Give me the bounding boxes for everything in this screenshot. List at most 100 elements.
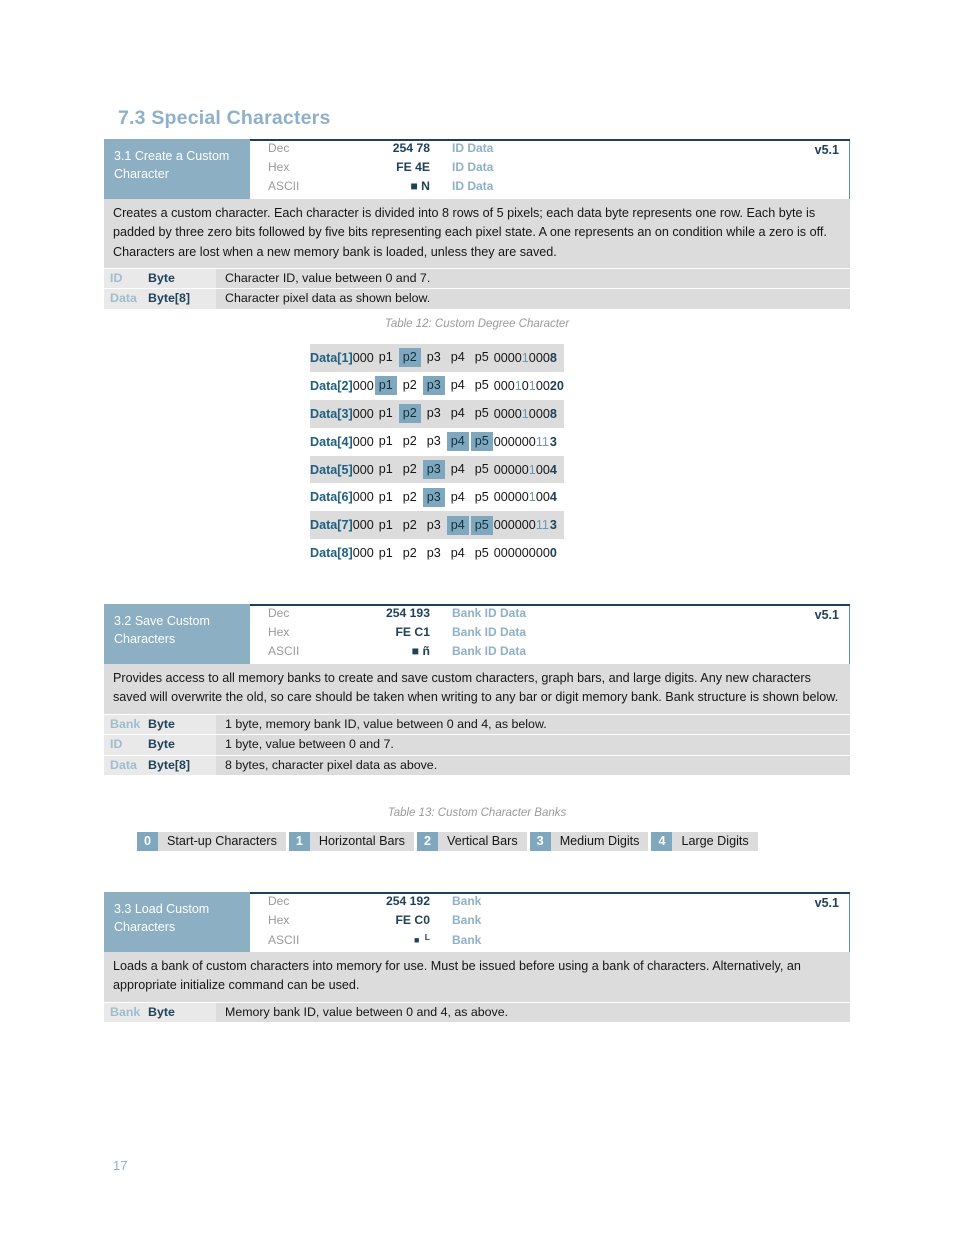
table-row: Data[5] 000 p1 p2 p3 p4 p5 00000100 4 bbox=[310, 455, 564, 484]
pixel-cell: p4 bbox=[446, 428, 470, 456]
command-name: 3.3 Load Custom Characters bbox=[104, 891, 250, 952]
binary-value: 00000100 bbox=[493, 490, 550, 505]
bank-id-badge: 3 bbox=[529, 832, 551, 851]
version-badge: v5.1 bbox=[814, 143, 839, 157]
decimal-value: 3 bbox=[549, 434, 557, 449]
parameter-row: Bank Byte Memory bank ID, value between … bbox=[104, 1001, 850, 1023]
command-header: 3.3 Load Custom Characters v5.1 Dec 254 … bbox=[104, 891, 850, 952]
pixel-cell: p3 bbox=[422, 511, 446, 539]
command-block-3-2: 3.2 Save Custom Characters v5.1 Dec 254 … bbox=[104, 603, 850, 776]
decimal-value: 8 bbox=[549, 406, 557, 421]
table-row: Data[6] 000 p1 p2 p3 p4 p5 00000100 4 bbox=[310, 483, 564, 511]
pixel-cell: p5 bbox=[470, 344, 494, 372]
pixel-off: p2 bbox=[402, 378, 417, 393]
code-params: Bank bbox=[452, 913, 482, 928]
pixel-on: p3 bbox=[422, 487, 445, 507]
command-block-3-1: 3.1 Create a Custom Character v5.1 Dec 2… bbox=[104, 138, 850, 309]
pixel-cell: p5 bbox=[470, 539, 494, 567]
pixel-cell: p5 bbox=[470, 456, 494, 484]
data-byte-label: Data[6] bbox=[310, 490, 353, 505]
code-label: Dec bbox=[268, 894, 290, 908]
table-row: Data[3] 000 p1 p2 p3 p4 p5 00001000 8 bbox=[310, 399, 564, 428]
pixel-off: p1 bbox=[378, 350, 393, 365]
bank-label: Large Digits bbox=[672, 832, 758, 851]
pixel-off: p2 bbox=[402, 545, 417, 560]
pixel-cell: p3 bbox=[422, 344, 446, 372]
parameter-row: Data Byte[8] 8 bytes, character pixel da… bbox=[104, 754, 850, 776]
code-value: FE 4E bbox=[396, 160, 430, 175]
pixel-off: p2 bbox=[402, 434, 417, 449]
parameter-type: Byte bbox=[148, 735, 216, 755]
ascii-l-glyph: L bbox=[422, 932, 430, 943]
custom-character-banks-legend: 0 Start-up Characters 1 Horizontal Bars 2 Ver… bbox=[137, 832, 761, 851]
pixel-off: p1 bbox=[378, 406, 393, 421]
parameter-name: Data bbox=[104, 289, 148, 309]
pixel-off: p2 bbox=[402, 489, 417, 504]
parameter-description: Character pixel data as shown below. bbox=[225, 291, 431, 306]
command-codes: v5.1 Dec 254 193 Bank ID Data Hex FE C1 … bbox=[250, 606, 850, 664]
pixel-cell: p2 bbox=[398, 539, 422, 567]
code-label: ASCII bbox=[268, 644, 300, 659]
version-badge: v5.1 bbox=[814, 896, 839, 910]
bank-id-badge: 4 bbox=[651, 832, 673, 851]
pad-bits: 000 bbox=[352, 350, 374, 365]
pixel-off: p5 bbox=[474, 350, 489, 365]
binary-value: 00000000 bbox=[493, 546, 550, 561]
decimal-value: 3 bbox=[549, 518, 557, 533]
parameter-type: Byte bbox=[148, 1002, 216, 1023]
pixel-cell: p3 bbox=[422, 456, 446, 484]
pixel-cell: p3 bbox=[422, 539, 446, 567]
binary-value: 00000100 bbox=[493, 462, 550, 477]
code-row-dec: Dec 254 192 Bank bbox=[250, 894, 849, 913]
binary-value: 00000011 bbox=[493, 518, 549, 533]
pixel-off: p3 bbox=[426, 545, 441, 560]
parameter-type: Byte bbox=[148, 268, 216, 289]
command-description: Provides access to all memory banks to c… bbox=[104, 664, 850, 714]
pad-bits: 000 bbox=[352, 518, 374, 533]
pixel-off: p5 bbox=[474, 406, 489, 421]
binary-value: 00001000 bbox=[493, 406, 550, 421]
pixel-off: p1 bbox=[378, 434, 393, 449]
pixel-on: p2 bbox=[398, 348, 421, 368]
pixel-off: p3 bbox=[426, 434, 441, 449]
pixel-cell: p3 bbox=[422, 428, 446, 456]
decimal-value: 4 bbox=[549, 462, 557, 477]
decimal-value: 20 bbox=[549, 378, 564, 393]
parameter-name: Bank bbox=[104, 1002, 148, 1023]
code-row-ascii: ASCII ■ ñ Bank ID Data bbox=[250, 644, 849, 663]
parameter-row: Bank Byte 1 byte, memory bank ID, value … bbox=[104, 713, 850, 735]
data-byte-label: Data[1] bbox=[310, 350, 353, 365]
pixel-cell: p5 bbox=[470, 428, 494, 456]
code-params: ID Data bbox=[452, 141, 494, 155]
pixel-off: p3 bbox=[426, 350, 441, 365]
code-params: ID Data bbox=[452, 160, 494, 175]
pixel-off: p3 bbox=[426, 406, 441, 421]
table-row: Data[7] 000 p1 p2 p3 p4 p5 00000011 3 bbox=[310, 511, 564, 540]
parameter-row: ID Byte Character ID, value between 0 an… bbox=[104, 267, 850, 289]
command-name-line1: 3.1 Create a Custom bbox=[114, 148, 230, 163]
code-label: ASCII bbox=[268, 179, 300, 194]
pixel-cell: p2 bbox=[398, 456, 422, 484]
code-value: 254 78 bbox=[392, 141, 430, 155]
command-description: Creates a custom character. Each charact… bbox=[104, 199, 850, 268]
command-name: 3.1 Create a Custom Character bbox=[104, 138, 250, 199]
command-header: 3.2 Save Custom Characters v5.1 Dec 254 … bbox=[104, 603, 850, 664]
command-description: Loads a bank of custom characters into m… bbox=[104, 952, 850, 1002]
pad-bits: 000 bbox=[352, 406, 374, 421]
code-value: 254 192 bbox=[385, 894, 430, 908]
parameter-type: Byte bbox=[148, 714, 216, 735]
pixel-cell: p1 bbox=[374, 428, 398, 456]
pixel-cell: p2 bbox=[398, 400, 422, 428]
bank-label: Start-up Characters bbox=[158, 832, 286, 851]
pixel-cell: p1 bbox=[374, 344, 398, 372]
decimal-value: 4 bbox=[549, 490, 557, 505]
pixel-cell: p1 bbox=[374, 539, 398, 567]
parameter-description: 1 byte, memory bank ID, value between 0 … bbox=[225, 716, 547, 731]
code-value: FE C1 bbox=[395, 625, 430, 640]
pixel-cell: p3 bbox=[422, 400, 446, 428]
command-name-line1: 3.3 Load Custom bbox=[114, 901, 210, 916]
parameter-type: Byte[8] bbox=[148, 755, 216, 776]
pixel-cell: p4 bbox=[446, 511, 470, 539]
code-row-hex: Hex FE C1 Bank ID Data bbox=[250, 625, 849, 644]
command-name-line1: 3.2 Save Custom bbox=[114, 613, 210, 628]
